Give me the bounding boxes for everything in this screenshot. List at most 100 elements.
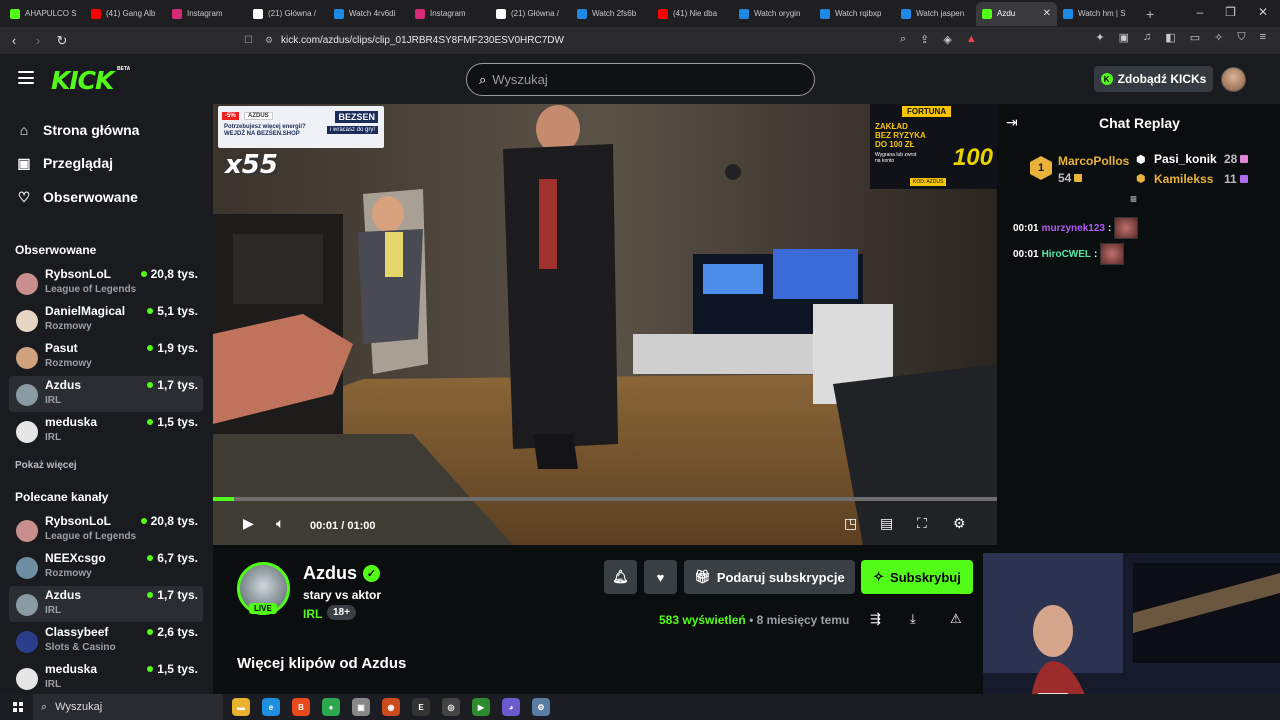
expand-leaderboard-icon[interactable]: ≡: [1130, 192, 1137, 206]
file-explorer-icon[interactable]: ▬: [232, 698, 250, 716]
epic-games-icon[interactable]: E: [412, 698, 430, 716]
browser-tab[interactable]: Watch 4rv6di: [328, 2, 409, 26]
taskbar-apps: ▬ e B ● ▣ ◉ E ◎ ▶ ◕ ⚙: [232, 698, 550, 716]
sponsor-banner-fortuna[interactable]: FORTUNA ZAKŁAD BEZ RYZYKA DO 100 ZŁ Wygr…: [870, 104, 997, 189]
edge-icon[interactable]: e: [262, 698, 280, 716]
sponsor-banner-bezsen[interactable]: -5% AZDUS BEZSEN i wracasz do gry! Potrz…: [218, 106, 384, 148]
fullscreen-icon[interactable]: ⛶: [917, 515, 927, 532]
wallet-icon[interactable]: ▭: [1190, 31, 1200, 44]
browser-tab[interactable]: (21) Główna /: [247, 2, 328, 26]
firefox-icon[interactable]: ◉: [382, 698, 400, 716]
viewer-count: 20,8 tys.: [140, 514, 198, 528]
sidebar-channel-azdus[interactable]: Azdus IRL 1,7 tys.: [9, 376, 203, 412]
hamburger-menu-icon[interactable]: [18, 71, 34, 84]
windows-start-icon[interactable]: [13, 702, 23, 712]
sidebar-channel-classybeef[interactable]: Classybeef Slots & Casino 2,6 tys.: [9, 623, 203, 659]
sidebar-channel-rybsonlol[interactable]: RybsonLoL League of Legends 20,8 tys.: [9, 512, 203, 548]
menu-icon[interactable]: ≡: [1260, 31, 1266, 44]
kick-app-icon[interactable]: ▶: [472, 698, 490, 716]
leader-3-name[interactable]: Kamilekss: [1154, 172, 1213, 186]
minimize-icon[interactable]: –: [1196, 5, 1203, 19]
share-icon[interactable]: ⇶: [870, 611, 881, 627]
play-icon[interactable]: ▶: [243, 515, 254, 532]
browser-tab[interactable]: AHAPULCO S: [4, 2, 85, 26]
browser-tab[interactable]: Instagram: [409, 2, 490, 26]
video-player[interactable]: -5% AZDUS BEZSEN i wracasz do gry! Potrz…: [213, 104, 997, 545]
sidebar-channel-azdus[interactable]: Azdus IRL 1,7 tys.: [9, 586, 203, 622]
chat-username[interactable]: HiroCWEL: [1042, 249, 1091, 260]
show-more-link[interactable]: Pokaż więcej: [15, 460, 77, 471]
app-icon[interactable]: ⚙: [532, 698, 550, 716]
sidebar-channel-rybsonlol[interactable]: RybsonLoL League of Legends 20,8 tys.: [9, 265, 203, 301]
sidebar-channel-meduska[interactable]: meduska IRL 1,5 tys.: [9, 413, 203, 449]
pip-icon[interactable]: ◳: [844, 515, 857, 532]
site-info-icon[interactable]: ⚙: [265, 35, 273, 46]
category-link[interactable]: IRL: [303, 607, 322, 621]
chat-header: ⇥ Chat Replay: [997, 104, 1280, 140]
obs-icon[interactable]: ◎: [442, 698, 460, 716]
volume-icon[interactable]: 🔈︎: [276, 515, 284, 532]
follow-button[interactable]: ♥: [644, 560, 677, 594]
extensions-icon[interactable]: ✦: [1095, 31, 1104, 44]
kick-logo[interactable]: KICK: [51, 66, 114, 95]
forward-icon[interactable]: ›: [28, 33, 48, 48]
get-kicks-button[interactable]: K Zdobądź KICKs: [1094, 66, 1213, 92]
nav-browse[interactable]: ▣ Przeglądaj: [16, 155, 113, 172]
taskbar-search[interactable]: ⌕ Wyszukaj: [33, 694, 223, 720]
channel-name[interactable]: Azdus: [303, 563, 357, 584]
search-input[interactable]: ⌕ Wyszukaj: [466, 63, 815, 96]
browser-tab[interactable]: Watch jaspen: [895, 2, 976, 26]
brave-shield-icon[interactable]: ◈: [943, 33, 951, 46]
reader-icon[interactable]: ▣: [1119, 31, 1129, 44]
browser-tab[interactable]: Watch orygin: [733, 2, 814, 26]
browser-tab[interactable]: (21) Główna /: [490, 2, 571, 26]
browser-tab[interactable]: Watch rqibxp: [814, 2, 895, 26]
sidebar-channel-pasut[interactable]: Pasut Rozmowy 1,9 tys.: [9, 339, 203, 375]
report-icon[interactable]: ⚠: [950, 611, 962, 627]
collapse-chat-icon[interactable]: ⇥: [1006, 114, 1018, 131]
share-icon[interactable]: ⇪: [920, 33, 929, 46]
leader-1-name[interactable]: MarcoPollos: [1058, 154, 1129, 168]
nav-following[interactable]: ♡ Obserwowane: [16, 189, 138, 206]
settings-icon[interactable]: ⚙: [953, 515, 966, 532]
channel-category: IRL: [45, 605, 62, 616]
sidebar-icon[interactable]: ◧: [1165, 31, 1175, 44]
viewer-count: 2,6 tys.: [147, 625, 198, 639]
discord-icon[interactable]: ◕: [502, 698, 520, 716]
address-bar[interactable]: ☐ ⚙ kick.com/azdus/clips/clip_01JRBR4SY8…: [244, 30, 989, 51]
reload-icon[interactable]: ↻: [52, 33, 72, 49]
gift-subs-button[interactable]: 🎁︎ Podaruj subskrypcje: [684, 560, 855, 594]
rewards-icon[interactable]: ▲: [966, 33, 977, 46]
chat-username[interactable]: murzynek123: [1042, 223, 1105, 234]
browser-tab[interactable]: (41) Nie dba: [652, 2, 733, 26]
bookmark-icon[interactable]: ☐: [244, 35, 253, 46]
leader-2-name[interactable]: Pasi_konik: [1154, 152, 1217, 166]
new-tab-button[interactable]: +: [1146, 6, 1154, 22]
sidebar-channel-danielmagical[interactable]: DanielMagical Rozmowy 5,1 tys.: [9, 302, 203, 338]
back-icon[interactable]: ‹: [4, 33, 24, 48]
browser-tab[interactable]: Azdu ✕: [976, 1, 1057, 26]
browser-tab[interactable]: Instagram: [166, 2, 247, 26]
browser-tab[interactable]: Watch 2fs6b: [571, 2, 652, 26]
browser-tab[interactable]: (41) Gang Alb: [85, 2, 166, 26]
brave-icon[interactable]: B: [292, 698, 310, 716]
sidebar-channel-meduska[interactable]: meduska IRL 1,5 tys.: [9, 660, 203, 696]
close-tab-icon[interactable]: ✕: [1043, 8, 1051, 19]
progress-bar[interactable]: [213, 497, 997, 501]
zoom-icon[interactable]: ⌕: [900, 33, 906, 46]
browser-tab[interactable]: Watch hm | S: [1057, 2, 1138, 26]
subscribe-button[interactable]: ✧ Subskrybuj: [861, 560, 973, 594]
chrome-icon[interactable]: ●: [322, 698, 340, 716]
restore-icon[interactable]: ❐: [1225, 5, 1236, 19]
music-icon[interactable]: ♫: [1143, 31, 1151, 44]
close-window-icon[interactable]: ✕: [1258, 5, 1268, 19]
vpn-icon[interactable]: ⛉: [1237, 31, 1245, 44]
download-icon[interactable]: ⤓: [910, 611, 916, 627]
nav-home[interactable]: ⌂ Strona główna: [16, 122, 140, 138]
notification-button[interactable]: 🔔︎: [604, 560, 637, 594]
sidebar-channel-neexcsgo[interactable]: NEEXcsgo Rozmowy 6,7 tys.: [9, 549, 203, 585]
user-avatar[interactable]: [1221, 67, 1246, 92]
theater-mode-icon[interactable]: ▤: [880, 515, 893, 532]
app-icon[interactable]: ▣: [352, 698, 370, 716]
leo-icon[interactable]: ✧: [1214, 31, 1223, 44]
